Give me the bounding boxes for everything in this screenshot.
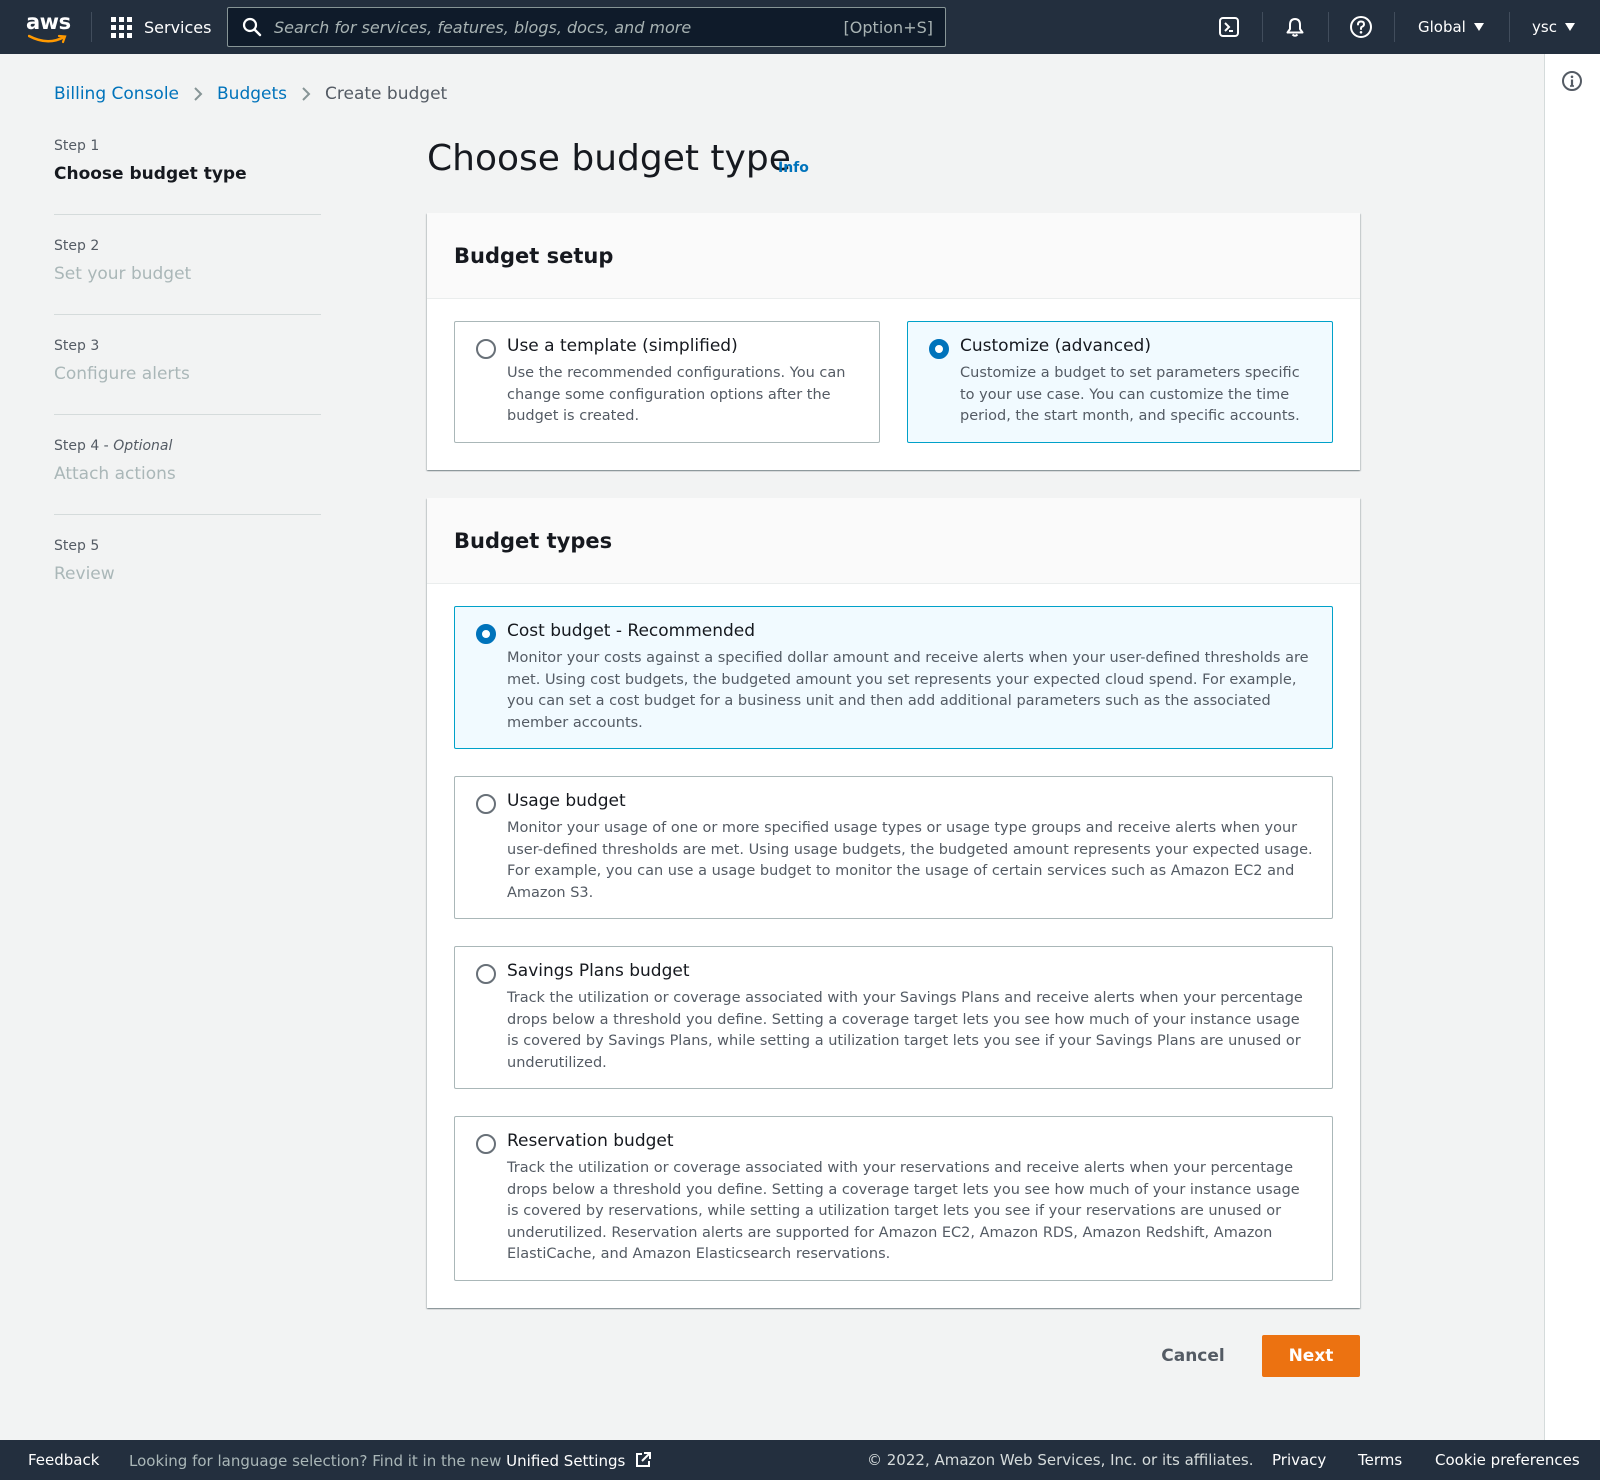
user-label: ysc [1532, 18, 1557, 36]
breadcrumb: Billing Console Budgets Create budget [54, 84, 447, 104]
usage-budget-tile[interactable]: Usage budget Monitor your usage of one o… [454, 776, 1333, 919]
step-label: Step 2 [54, 238, 100, 254]
nav-divider [1509, 12, 1510, 42]
next-button[interactable]: Next [1262, 1335, 1360, 1377]
terms-link[interactable]: Terms [1358, 1451, 1402, 1469]
option-description: Use the recommended configurations. You … [507, 365, 846, 424]
radio-button-selected[interactable] [929, 339, 949, 359]
template-option-tile[interactable]: Use a template (simplified) Use the reco… [454, 321, 880, 443]
help-icon[interactable] [1347, 13, 1375, 41]
optional-label: Optional [113, 438, 173, 454]
step-1: Step 1 Choose budget type [54, 138, 321, 184]
option-description: Track the utilization or coverage associ… [507, 1160, 1300, 1262]
step-title: Choose budget type [54, 164, 247, 184]
option-description: Track the utilization or coverage associ… [507, 990, 1303, 1071]
budget-setup-panel: Budget setup Use a template (simplified)… [427, 213, 1360, 470]
radio-button[interactable] [476, 1134, 496, 1154]
info-link[interactable]: Info [778, 160, 809, 176]
option-title: Cost budget - Recommended [507, 621, 756, 641]
option-description: Customize a budget to set parameters spe… [960, 365, 1300, 424]
unified-settings-link[interactable]: Unified Settings [506, 1452, 625, 1470]
info-icon[interactable] [1561, 70, 1583, 96]
breadcrumb-billing-console[interactable]: Billing Console [54, 84, 179, 104]
step-divider [54, 314, 321, 315]
step-5[interactable]: Step 5 Review [54, 538, 321, 584]
option-title: Reservation budget [507, 1131, 674, 1151]
caret-down-icon [1564, 23, 1575, 31]
external-link-icon [636, 1452, 652, 1467]
account-menu[interactable]: ysc [1532, 0, 1575, 54]
reservation-budget-tile[interactable]: Reservation budget Track the utilization… [454, 1116, 1333, 1281]
aws-smile-icon [28, 34, 67, 44]
cloudshell-icon[interactable] [1215, 13, 1243, 41]
step-label: Step 3 [54, 338, 100, 354]
step-label: Step 1 [54, 138, 100, 154]
budget-setup-heading: Budget setup [427, 213, 1360, 299]
caret-down-icon [1473, 23, 1484, 31]
feedback-link[interactable]: Feedback [28, 1451, 99, 1469]
chevron-right-icon [194, 87, 203, 101]
services-label: Services [144, 17, 212, 37]
grid-icon [111, 16, 132, 38]
chevron-right-icon [302, 87, 311, 101]
radio-button[interactable] [476, 964, 496, 984]
breadcrumb-current: Create budget [325, 84, 448, 104]
top-navigation: aws Services [Option+S] [0, 0, 1600, 54]
option-title: Customize (advanced) [960, 336, 1151, 356]
step-divider [54, 414, 321, 415]
page-title: Choose budget type [427, 138, 791, 179]
cancel-button[interactable]: Cancel [1155, 1335, 1231, 1377]
services-menu-button[interactable]: Services [111, 0, 211, 54]
language-notice: Looking for language selection? Find it … [129, 1451, 652, 1470]
step-4[interactable]: Step 4 - Optional Attach actions [54, 438, 321, 484]
step-title: Review [54, 564, 115, 584]
search-input[interactable] [274, 17, 814, 37]
step-divider [54, 514, 321, 515]
step-3[interactable]: Step 3 Configure alerts [54, 338, 321, 384]
search-icon [242, 17, 262, 37]
step-label: Step 4 - Optional [54, 438, 173, 454]
option-description: Monitor your costs against a specified d… [507, 650, 1309, 731]
option-title: Use a template (simplified) [507, 336, 738, 356]
step-2[interactable]: Step 2 Set your budget [54, 238, 321, 284]
budget-types-panel: Budget types Cost budget - Recommended M… [427, 498, 1360, 1308]
cost-budget-tile[interactable]: Cost budget - Recommended Monitor your c… [454, 606, 1333, 749]
nav-divider [91, 12, 92, 42]
step-title: Configure alerts [54, 364, 190, 384]
copyright-text: © 2022, Amazon Web Services, Inc. or its… [867, 1451, 1254, 1469]
customize-option-tile[interactable]: Customize (advanced) Customize a budget … [907, 321, 1333, 443]
help-panel-rail [1544, 54, 1600, 1440]
nav-divider [1328, 12, 1329, 42]
region-label: Global [1418, 18, 1466, 36]
aws-logo[interactable]: aws [24, 10, 71, 44]
privacy-link[interactable]: Privacy [1272, 1451, 1326, 1469]
radio-button-selected[interactable] [476, 624, 496, 644]
savings-plans-budget-tile[interactable]: Savings Plans budget Track the utilizati… [454, 946, 1333, 1089]
step-divider [54, 214, 321, 215]
radio-button[interactable] [476, 339, 496, 359]
option-description: Monitor your usage of one or more specif… [507, 820, 1313, 901]
nav-divider [1262, 12, 1263, 42]
budget-types-heading: Budget types [427, 498, 1360, 584]
search-shortcut: [Option+S] [843, 17, 933, 37]
option-title: Usage budget [507, 791, 626, 811]
cookie-preferences-link[interactable]: Cookie preferences [1435, 1451, 1580, 1469]
breadcrumb-budgets[interactable]: Budgets [217, 84, 287, 104]
bell-icon[interactable] [1281, 13, 1309, 41]
aws-logo-text: aws [26, 10, 71, 34]
step-title: Attach actions [54, 464, 176, 484]
search-bar[interactable]: [Option+S] [227, 7, 946, 47]
footer: Feedback Looking for language selection?… [0, 1440, 1600, 1480]
step-label: Step 5 [54, 538, 100, 554]
region-selector[interactable]: Global [1418, 0, 1484, 54]
nav-divider [1394, 12, 1395, 42]
radio-button[interactable] [476, 794, 496, 814]
step-title: Set your budget [54, 264, 192, 284]
option-title: Savings Plans budget [507, 961, 690, 981]
